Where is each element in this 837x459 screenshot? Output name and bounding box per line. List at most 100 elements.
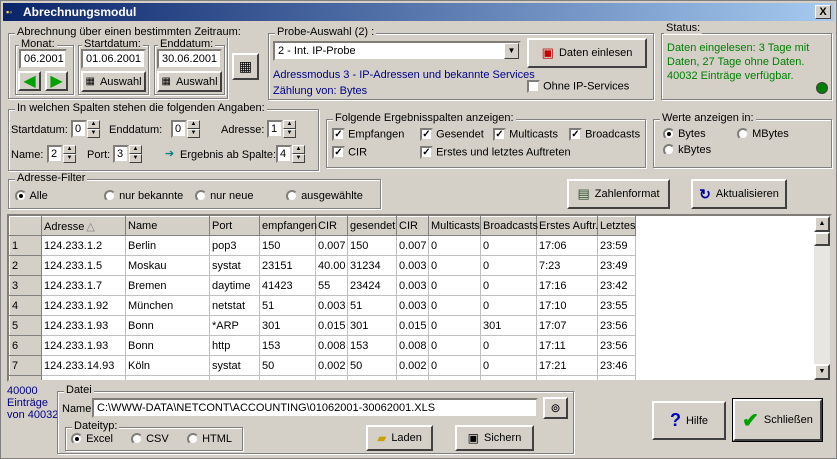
empfangen-checkbox[interactable]: ✓ Empfangen: [332, 128, 404, 141]
aktualisieren-button[interactable]: ↻ Aktualisieren: [691, 179, 787, 209]
checkbox-box[interactable]: ✓: [420, 128, 433, 141]
radio-dot[interactable]: [663, 144, 675, 157]
radio-dot[interactable]: [104, 190, 116, 203]
table-cell[interactable]: 0: [428, 315, 481, 336]
table-cell[interactable]: 0.007: [396, 235, 429, 256]
table-cell[interactable]: 17:14: [536, 375, 598, 380]
table-cell[interactable]: 124.233.14.95: [41, 375, 126, 380]
table-cell[interactable]: Köln: [125, 355, 210, 376]
table-cell[interactable]: 23:39: [597, 375, 636, 380]
column-header[interactable]: Adresse △: [41, 216, 126, 236]
prev-month-button[interactable]: ◀: [18, 71, 41, 91]
table-cell[interactable]: Berlin: [125, 235, 210, 256]
spin-down-icon[interactable]: ▼: [187, 129, 200, 138]
column-header[interactable]: Erstes Auftr.: [536, 216, 598, 236]
row-number[interactable]: 1: [9, 235, 42, 256]
spin-up-icon[interactable]: ▲: [87, 120, 100, 129]
chevron-down-icon[interactable]: ▼: [504, 43, 519, 59]
table-cell[interactable]: 0: [480, 295, 537, 316]
row-number[interactable]: 5: [9, 315, 42, 336]
table-cell[interactable]: 31234: [347, 255, 397, 276]
table-cell[interactable]: *ARP: [209, 315, 260, 336]
column-header[interactable]: Multicasts: [428, 216, 481, 236]
table-cell[interactable]: http: [209, 335, 260, 356]
table-cell[interactable]: 55: [315, 275, 348, 296]
row-number[interactable]: 2: [9, 255, 42, 276]
filter-alle-radio[interactable]: Alle: [15, 190, 48, 203]
radio-dot[interactable]: [663, 128, 675, 141]
table-cell[interactable]: 0.002: [315, 355, 348, 376]
table-cell[interactable]: München: [125, 295, 210, 316]
spin-down-icon[interactable]: ▼: [87, 129, 100, 138]
row-number[interactable]: 4: [9, 295, 42, 316]
column-header[interactable]: Letztes: [597, 216, 636, 236]
spin-up-icon[interactable]: ▲: [283, 120, 296, 129]
kbytes-radio[interactable]: kBytes: [663, 144, 711, 157]
table-cell[interactable]: pop3: [209, 235, 260, 256]
adresse-spinner[interactable]: 1 ▲ ▼: [267, 120, 296, 138]
table-cell[interactable]: 0: [428, 295, 481, 316]
read-data-button[interactable]: ▣ Daten einlesen: [527, 38, 647, 68]
browse-button[interactable]: ⊚: [543, 397, 568, 419]
table-cell[interactable]: 0: [428, 275, 481, 296]
vertical-scrollbar[interactable]: ▲ ▼: [814, 216, 830, 380]
table-cell[interactable]: daytime: [209, 275, 260, 296]
table-cell[interactable]: 23151: [259, 255, 316, 276]
broadcasts-checkbox[interactable]: ✓ Broadcasts: [569, 128, 640, 141]
table-cell[interactable]: 0: [480, 255, 537, 276]
ergebnis-spinner[interactable]: 4 ▲ ▼: [276, 145, 305, 163]
table-cell[interactable]: 23424: [347, 275, 397, 296]
bytes-radio[interactable]: Bytes: [663, 128, 706, 141]
table-cell[interactable]: 50: [259, 375, 316, 380]
table-cell[interactable]: 124.233.1.92: [41, 295, 126, 316]
name-col-value[interactable]: 2: [47, 145, 63, 163]
checkbox-box[interactable]: ✓: [569, 128, 582, 141]
table-cell[interactable]: 153: [259, 335, 316, 356]
table-row[interactable]: 7 124.233.14.93 Köln systat 50 0.002 50 0.002 0 0…: [9, 355, 636, 376]
table-row[interactable]: 5 124.233.1.93 Bonn *ARP 301 0.015 301 0.015 0 30…: [9, 315, 636, 336]
checkbox-box[interactable]: ✓: [332, 146, 345, 159]
table-cell[interactable]: 0: [480, 355, 537, 376]
table-cell[interactable]: 51: [259, 295, 316, 316]
table-cell[interactable]: 17:21: [536, 355, 598, 376]
port-spinner[interactable]: 3 ▲ ▼: [113, 145, 142, 163]
startdatum-spinner[interactable]: 0 ▲ ▼: [71, 120, 100, 138]
table-cell[interactable]: Moskau: [125, 255, 210, 276]
table-row[interactable]: 6 124.233.1.93 Bonn http 153 0.008 153 0.008 0 0 1…: [9, 335, 636, 356]
table-cell[interactable]: 0.003: [396, 255, 429, 276]
checkbox-box[interactable]: [527, 80, 540, 93]
column-header[interactable]: Broadcasts: [480, 216, 538, 236]
table-cell[interactable]: 23:59: [597, 235, 636, 256]
month-input[interactable]: 06.2001: [19, 49, 67, 69]
table-cell[interactable]: 150: [259, 235, 316, 256]
spin-up-icon[interactable]: ▲: [63, 145, 76, 154]
cir-checkbox[interactable]: ✓ CIR: [332, 146, 367, 159]
port-col-value[interactable]: 3: [113, 145, 129, 163]
spin-down-icon[interactable]: ▼: [283, 129, 296, 138]
start-auswahl-button[interactable]: ▦ Auswahl: [81, 71, 146, 92]
end-date-input[interactable]: 30.06.2001: [157, 49, 222, 69]
table-cell[interactable]: 17:16: [536, 275, 598, 296]
table-cell[interactable]: 0.002: [315, 375, 348, 380]
table-cell[interactable]: 301: [480, 315, 537, 336]
column-header[interactable]: [9, 216, 42, 236]
column-header[interactable]: CIR: [396, 216, 429, 236]
table-cell[interactable]: 0.003: [315, 295, 348, 316]
table-cell[interactable]: 0.003: [396, 295, 429, 316]
probe-select[interactable]: 2 - Int. IP-Probe ▼: [273, 41, 521, 61]
mbytes-radio[interactable]: MBytes: [737, 128, 789, 141]
adresse-value[interactable]: 1: [267, 120, 283, 138]
table-cell[interactable]: 23:42: [597, 275, 636, 296]
table-cell[interactable]: 17:11: [536, 335, 598, 356]
spin-down-icon[interactable]: ▼: [63, 154, 76, 163]
column-header[interactable]: CIR: [315, 216, 348, 236]
table-cell[interactable]: netstat: [209, 295, 260, 316]
table-cell[interactable]: 17:06: [536, 235, 598, 256]
table-cell[interactable]: 124.233.14.93: [41, 355, 126, 376]
enddatum-value[interactable]: 0: [171, 120, 187, 138]
table-row[interactable]: 2 124.233.1.5 Moskau systat 23151 40.00 31234 0…: [9, 255, 636, 276]
spin-down-icon[interactable]: ▼: [129, 154, 142, 163]
row-number[interactable]: 8: [9, 375, 42, 380]
table-cell[interactable]: systat: [209, 355, 260, 376]
table-cell[interactable]: systat: [209, 255, 260, 276]
